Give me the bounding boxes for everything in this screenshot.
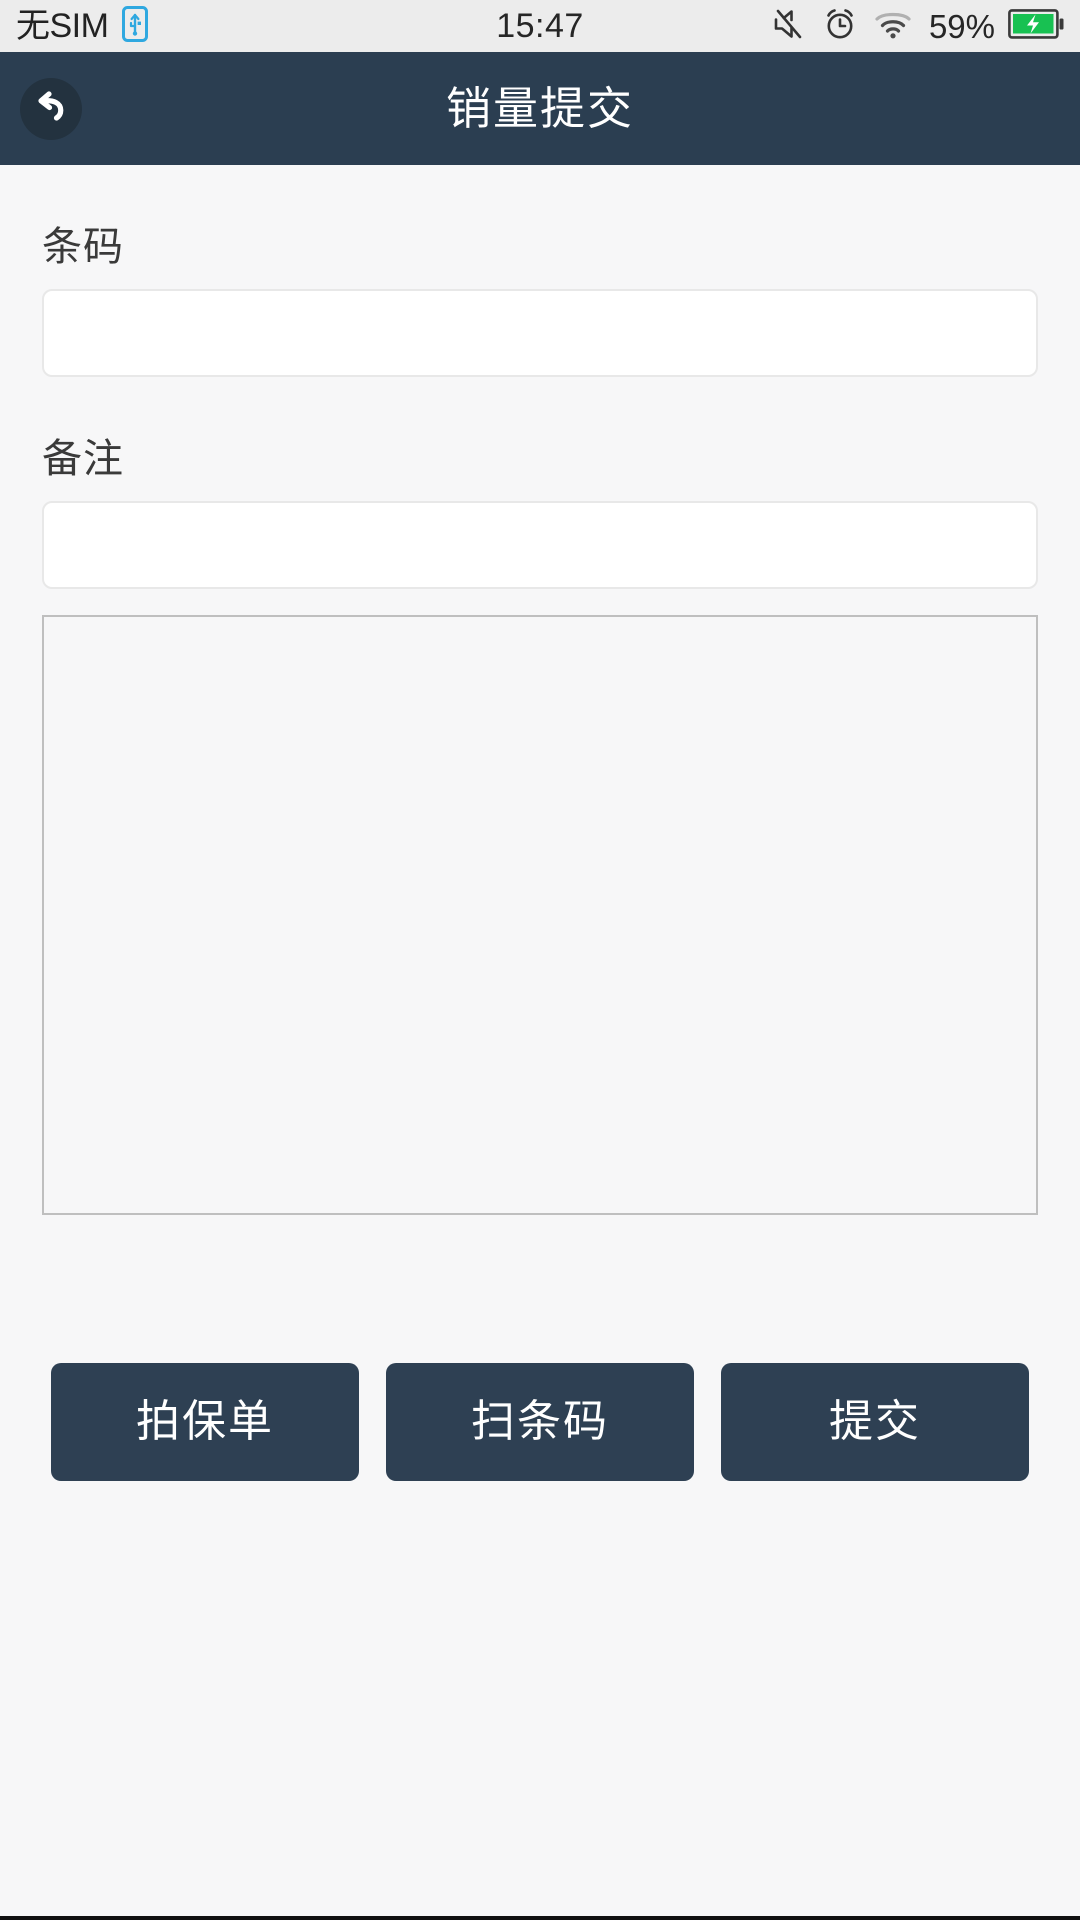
mute-icon bbox=[772, 7, 806, 46]
action-button-row: 拍保单 扫条码 提交 bbox=[51, 1363, 1029, 1481]
bottom-spacer bbox=[42, 1481, 1038, 1916]
photo-preview-area[interactable] bbox=[42, 615, 1038, 1215]
remark-label: 备注 bbox=[42, 437, 124, 481]
barcode-label: 条码 bbox=[42, 225, 124, 269]
app-screen: 无SIM 15:47 59% 销量提交 条码 备注 拍保单 扫条码 提交 bbox=[0, 0, 1080, 1920]
form-content: 条码 备注 拍保单 扫条码 提交 bbox=[0, 165, 1080, 1916]
screen-bottom-edge bbox=[0, 1916, 1080, 1920]
battery-charging-icon bbox=[1008, 8, 1064, 44]
battery-percent-label: 59% bbox=[928, 7, 995, 45]
alarm-icon bbox=[823, 7, 857, 46]
app-header-bar: 销量提交 bbox=[0, 52, 1080, 165]
clock-label: 15:47 bbox=[496, 7, 584, 45]
wifi-icon bbox=[874, 9, 912, 44]
carrier-label: 无SIM bbox=[16, 7, 109, 45]
page-title: 销量提交 bbox=[445, 83, 634, 134]
submit-button[interactable]: 提交 bbox=[721, 1363, 1029, 1481]
scan-barcode-button[interactable]: 扫条码 bbox=[386, 1363, 694, 1481]
status-bar-right: 59% bbox=[772, 7, 1064, 46]
status-bar: 无SIM 15:47 59% bbox=[0, 0, 1080, 52]
back-arrow-icon bbox=[31, 86, 71, 131]
remark-input[interactable] bbox=[42, 501, 1038, 589]
barcode-input[interactable] bbox=[42, 289, 1038, 377]
status-bar-left: 无SIM bbox=[16, 5, 149, 47]
usb-icon bbox=[122, 5, 149, 47]
photo-policy-button[interactable]: 拍保单 bbox=[51, 1363, 359, 1481]
back-button[interactable] bbox=[20, 77, 82, 140]
